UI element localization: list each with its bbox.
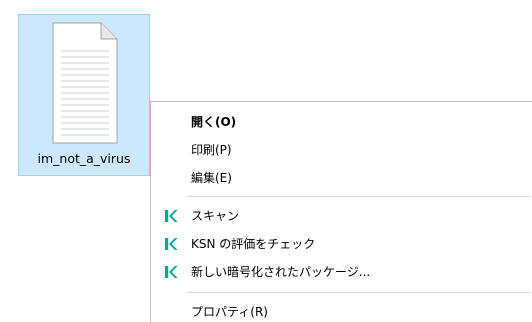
menu-item-properties[interactable]: プロパティ(R) (151, 298, 532, 322)
menu-item-label: KSN の評価をチェック (191, 237, 316, 251)
menu-item-scan[interactable]: スキャン (151, 202, 532, 230)
menu-item-label: プロパティ(R) (191, 305, 268, 319)
menu-separator (187, 196, 531, 197)
file-item[interactable]: im_not_a_virus (18, 14, 150, 176)
menu-item-label: 編集(E) (191, 171, 232, 185)
menu-item-encrypted-package[interactable]: 新しい暗号化されたパッケージ... (151, 258, 532, 286)
menu-item-edit[interactable]: 編集(E) (151, 164, 532, 192)
menu-item-ksn-reputation[interactable]: KSN の評価をチェック (151, 230, 532, 258)
menu-separator (187, 292, 531, 293)
menu-item-open[interactable]: 開く(O) (151, 108, 532, 136)
kaspersky-k-icon (165, 266, 178, 278)
menu-item-label: 新しい暗号化されたパッケージ... (191, 265, 371, 279)
text-document-icon (52, 22, 118, 144)
menu-item-label: 印刷(P) (191, 143, 232, 157)
desktop: im_not_a_virus 開く(O) 印刷(P) 編集(E) スキャン KS (0, 0, 532, 322)
kaspersky-k-icon (165, 238, 178, 250)
context-menu: 開く(O) 印刷(P) 編集(E) スキャン KSN の評価をチェック 新しい暗… (150, 101, 532, 322)
menu-item-print[interactable]: 印刷(P) (151, 136, 532, 164)
menu-item-label: スキャン (191, 209, 240, 223)
kaspersky-k-icon (165, 210, 178, 222)
file-name-label: im_not_a_virus (37, 151, 131, 166)
menu-item-label: 開く(O) (191, 115, 237, 129)
